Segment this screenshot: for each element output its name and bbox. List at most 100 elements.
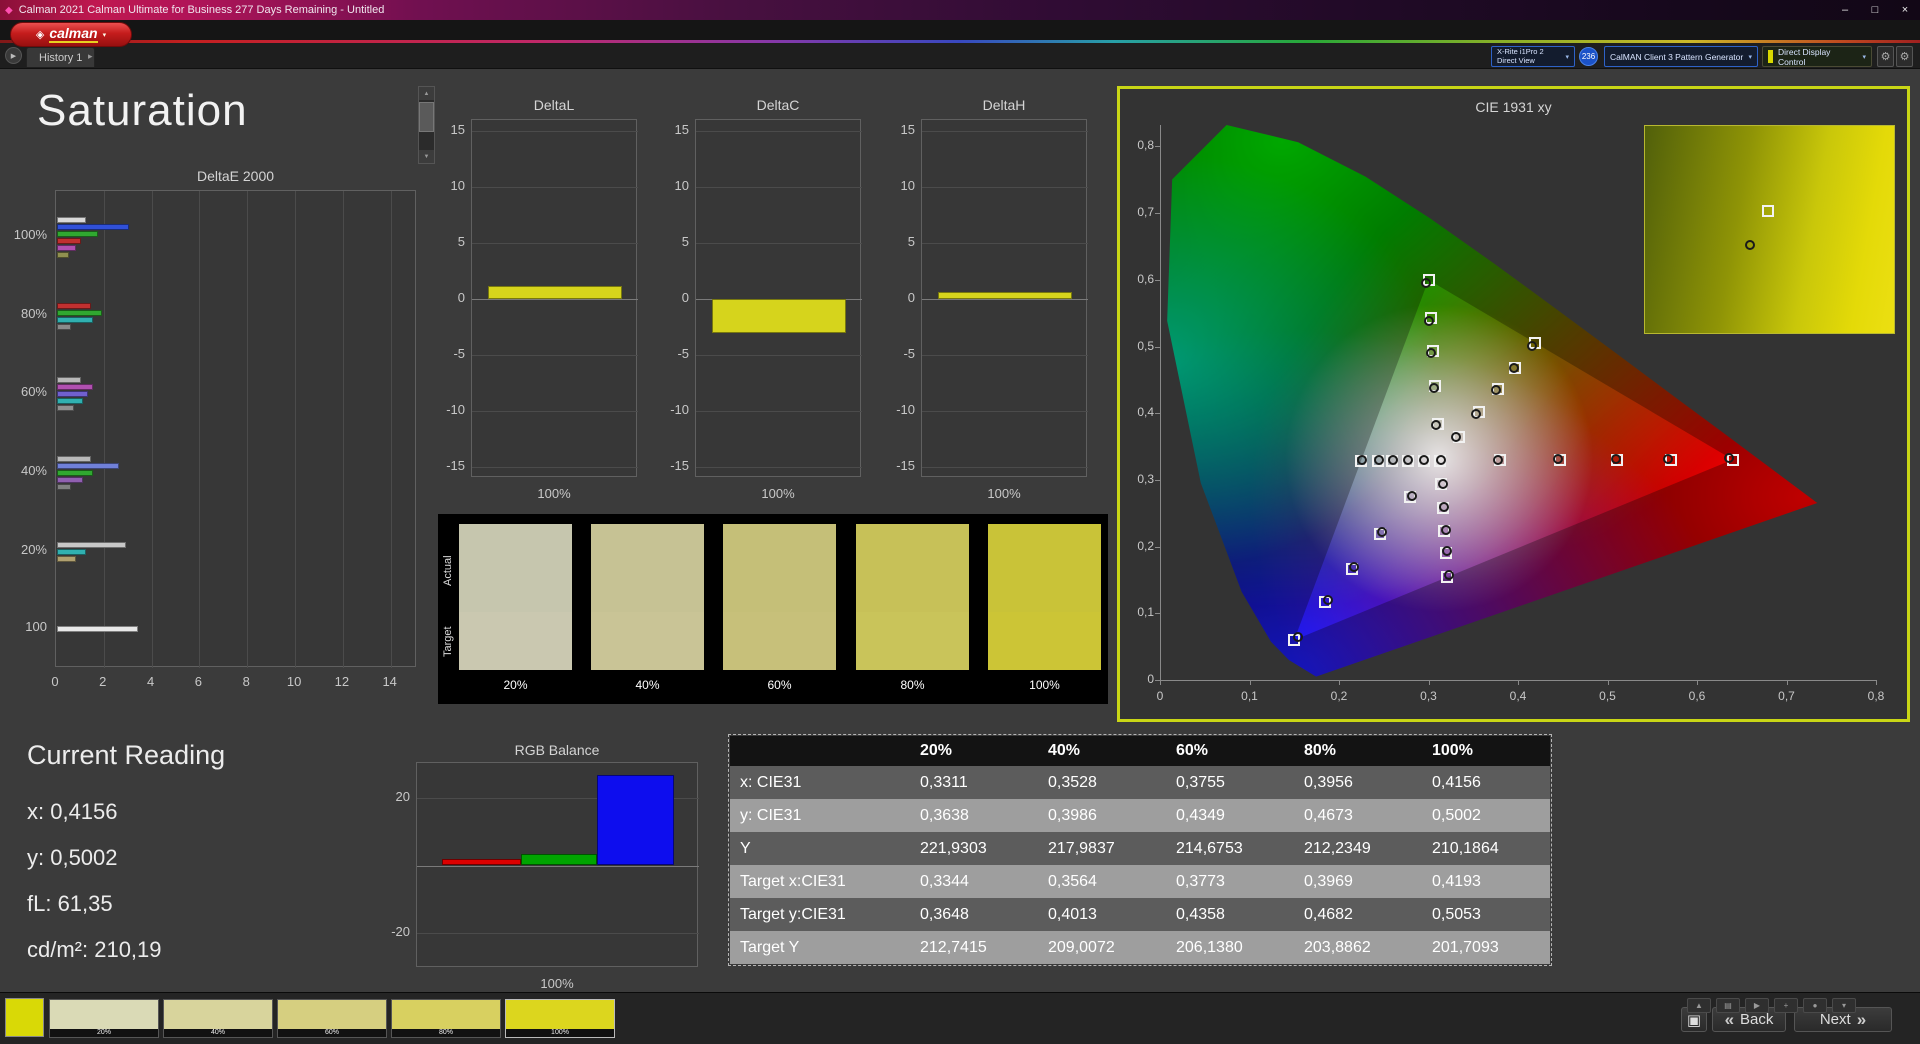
settings-gear-button[interactable]: ⚙: [1877, 46, 1894, 67]
cie-measured-point: [1437, 478, 1448, 489]
chevron-down-icon: ▾: [1565, 53, 1569, 61]
deltaL-x-label: 100%: [537, 486, 571, 501]
table-row: x: CIE31 0,3311 0,3528 0,3755 0,3956 0,4156: [730, 766, 1550, 799]
target-color-swatch: [988, 612, 1101, 670]
deltae-bar: [57, 484, 72, 490]
deltaC-y-tick: 5: [681, 234, 689, 250]
workflow-gear-button[interactable]: ⚙: [1896, 46, 1913, 67]
maximize-button[interactable]: □: [1860, 0, 1890, 20]
cie-measured-point: [1440, 524, 1451, 535]
cie-y-tickmark: [1155, 546, 1160, 548]
current-reading-values: x: 0,4156 y: 0,5002 fL: 61,35 cd/m²: 210,19: [27, 789, 225, 973]
pattern-thumbnail[interactable]: 80%: [391, 999, 501, 1038]
pattern-generator-selector[interactable]: CalMAN Client 3 Pattern Generator ▾: [1604, 46, 1758, 67]
deltae-x-tick: 8: [242, 674, 250, 689]
deltae-bar: [57, 316, 93, 323]
pattern-thumbnail-swatch: [164, 1000, 272, 1029]
next-arrow-icon: »: [1856, 1009, 1867, 1029]
grid-icon[interactable]: ▤: [1716, 998, 1740, 1013]
cie-x-tick: 0,1: [1241, 689, 1258, 703]
table-cell: 212,2349: [1304, 839, 1371, 857]
deltae-bar: [57, 398, 84, 404]
current-reading-value: cd/m²: 210,19: [27, 937, 162, 962]
pattern-thumbnail[interactable]: 20%: [49, 999, 159, 1038]
deltae-chart-plot[interactable]: [55, 190, 416, 668]
pattern-thumbnail[interactable]: 60%: [277, 999, 387, 1038]
rgb-chart-plot[interactable]: [416, 762, 699, 967]
table-cell: 221,9303: [920, 839, 987, 857]
meter-selector[interactable]: X-Rite i1Pro 2 Direct View ▾: [1491, 46, 1575, 67]
close-button[interactable]: ×: [1890, 0, 1920, 20]
display-control-selector[interactable]: Direct Display Control ▾: [1762, 46, 1872, 67]
deltaH-y-tick: -10: [896, 401, 915, 417]
gridline: [151, 191, 153, 668]
table-row: Target y:CIE31 0,3648 0,4013 0,4358 0,4682 0,…: [730, 898, 1550, 931]
pattern-thumbnail[interactable]: 40%: [163, 999, 273, 1038]
deltaL-y-tick: 10: [450, 178, 465, 194]
table-cell: 0,3344: [920, 872, 969, 890]
gridline: [103, 191, 105, 668]
play-icon[interactable]: ▶: [1745, 998, 1769, 1013]
pattern-thumbnail-label: 20%: [96, 1029, 111, 1036]
table-cell: 0,4156: [1432, 773, 1481, 791]
cie-x-tickmark: [1428, 680, 1430, 685]
deltae-x-tick: 4: [146, 674, 155, 689]
deltaC-chart-title: DeltaC: [756, 97, 800, 113]
scroll-down-icon[interactable]: ▼: [419, 150, 434, 163]
minimize-button[interactable]: –: [1830, 0, 1860, 20]
green-balance-bar: [521, 853, 597, 866]
deltae-bar: [57, 244, 77, 251]
tab-history-1[interactable]: History 1: [26, 47, 96, 67]
cie-measured-point: [1491, 384, 1502, 395]
window-titlebar: ◆ Calman 2021 Calman Ultimate for Busine…: [0, 0, 1920, 20]
cie-y-tickmark: [1155, 213, 1160, 215]
table-header-row: 20% 40% 60% 80% 100%: [730, 736, 1550, 766]
table-cell: 209,0072: [1048, 938, 1115, 956]
deltae-bar: [57, 377, 81, 383]
deltaH-y-tick: 15: [900, 122, 915, 138]
deltaC-chart-plot[interactable]: [695, 119, 862, 477]
actual-color-swatch: [988, 524, 1101, 612]
table-cell: 0,4358: [1176, 905, 1225, 923]
menu-icon[interactable]: ▾: [1832, 998, 1856, 1013]
scroll-up-icon[interactable]: ▲: [419, 87, 434, 100]
deltaH-y-tick: 10: [900, 178, 915, 194]
chevron-down-icon: ▾: [1748, 53, 1752, 61]
deltae-bar: [57, 477, 84, 483]
deltaL-chart-plot[interactable]: [471, 119, 638, 477]
cie-target-point: [1762, 204, 1775, 217]
deltae-y-tick: 80%: [20, 306, 47, 321]
deltae-y-tick: 40%: [20, 463, 47, 478]
cie-measured-point: [1470, 409, 1481, 420]
history-chevron-icon[interactable]: ▸: [88, 51, 93, 62]
history-play-button[interactable]: ▶: [5, 47, 22, 64]
deltae-bar: [57, 309, 103, 316]
gridline: [922, 243, 1088, 245]
cie-measured-point: [1663, 453, 1674, 464]
deltaL-chart-title: DeltaL: [533, 97, 575, 113]
calman-app-window: ◆ Calman 2021 Calman Ultimate for Busine…: [0, 0, 1920, 1044]
table-cell: 0,4013: [1048, 905, 1097, 923]
cie-zoom-inset: [1644, 125, 1895, 334]
add-icon[interactable]: +: [1774, 998, 1798, 1013]
deltae-bar: [57, 216, 86, 223]
record-icon[interactable]: ●: [1803, 998, 1827, 1013]
gridline: [417, 865, 699, 867]
calman-menu-button[interactable]: ◈ calman ▾: [10, 22, 132, 47]
current-pattern-swatch: [5, 998, 44, 1037]
table-row: Target Y 212,7415 209,0072 206,1380 203,8862…: [730, 931, 1550, 964]
gridline: [472, 354, 638, 356]
table-row: Y 221,9303 217,9837 214,6753 212,2349 210,186…: [730, 832, 1550, 865]
swatch-percent-label: 60%: [767, 678, 792, 692]
deltaH-x-label: 100%: [987, 486, 1021, 501]
bottom-toolbar: ▣ « Back Next » 20% 40% 60% 80% 100% ▲ ▤ ▶ + ● ▾: [0, 992, 1920, 1044]
cie-chart-panel[interactable]: CIE 1931 xy 0 0,1 0,2 0,3 0,4 0,5 0,6 0,7 0,8 0 0,1…: [1117, 86, 1910, 722]
gridline: [342, 191, 344, 668]
gridline: [199, 191, 201, 668]
cie-x-tickmark: [1160, 680, 1161, 685]
rgb-chart-title: RGB Balance: [514, 742, 600, 758]
cie-chart-title: CIE 1931 xy: [1475, 99, 1552, 115]
monitor-icon[interactable]: ▲: [1687, 998, 1711, 1013]
deltaH-chart-plot[interactable]: [921, 119, 1088, 477]
pattern-thumbnail[interactable]: 100%: [505, 999, 615, 1038]
